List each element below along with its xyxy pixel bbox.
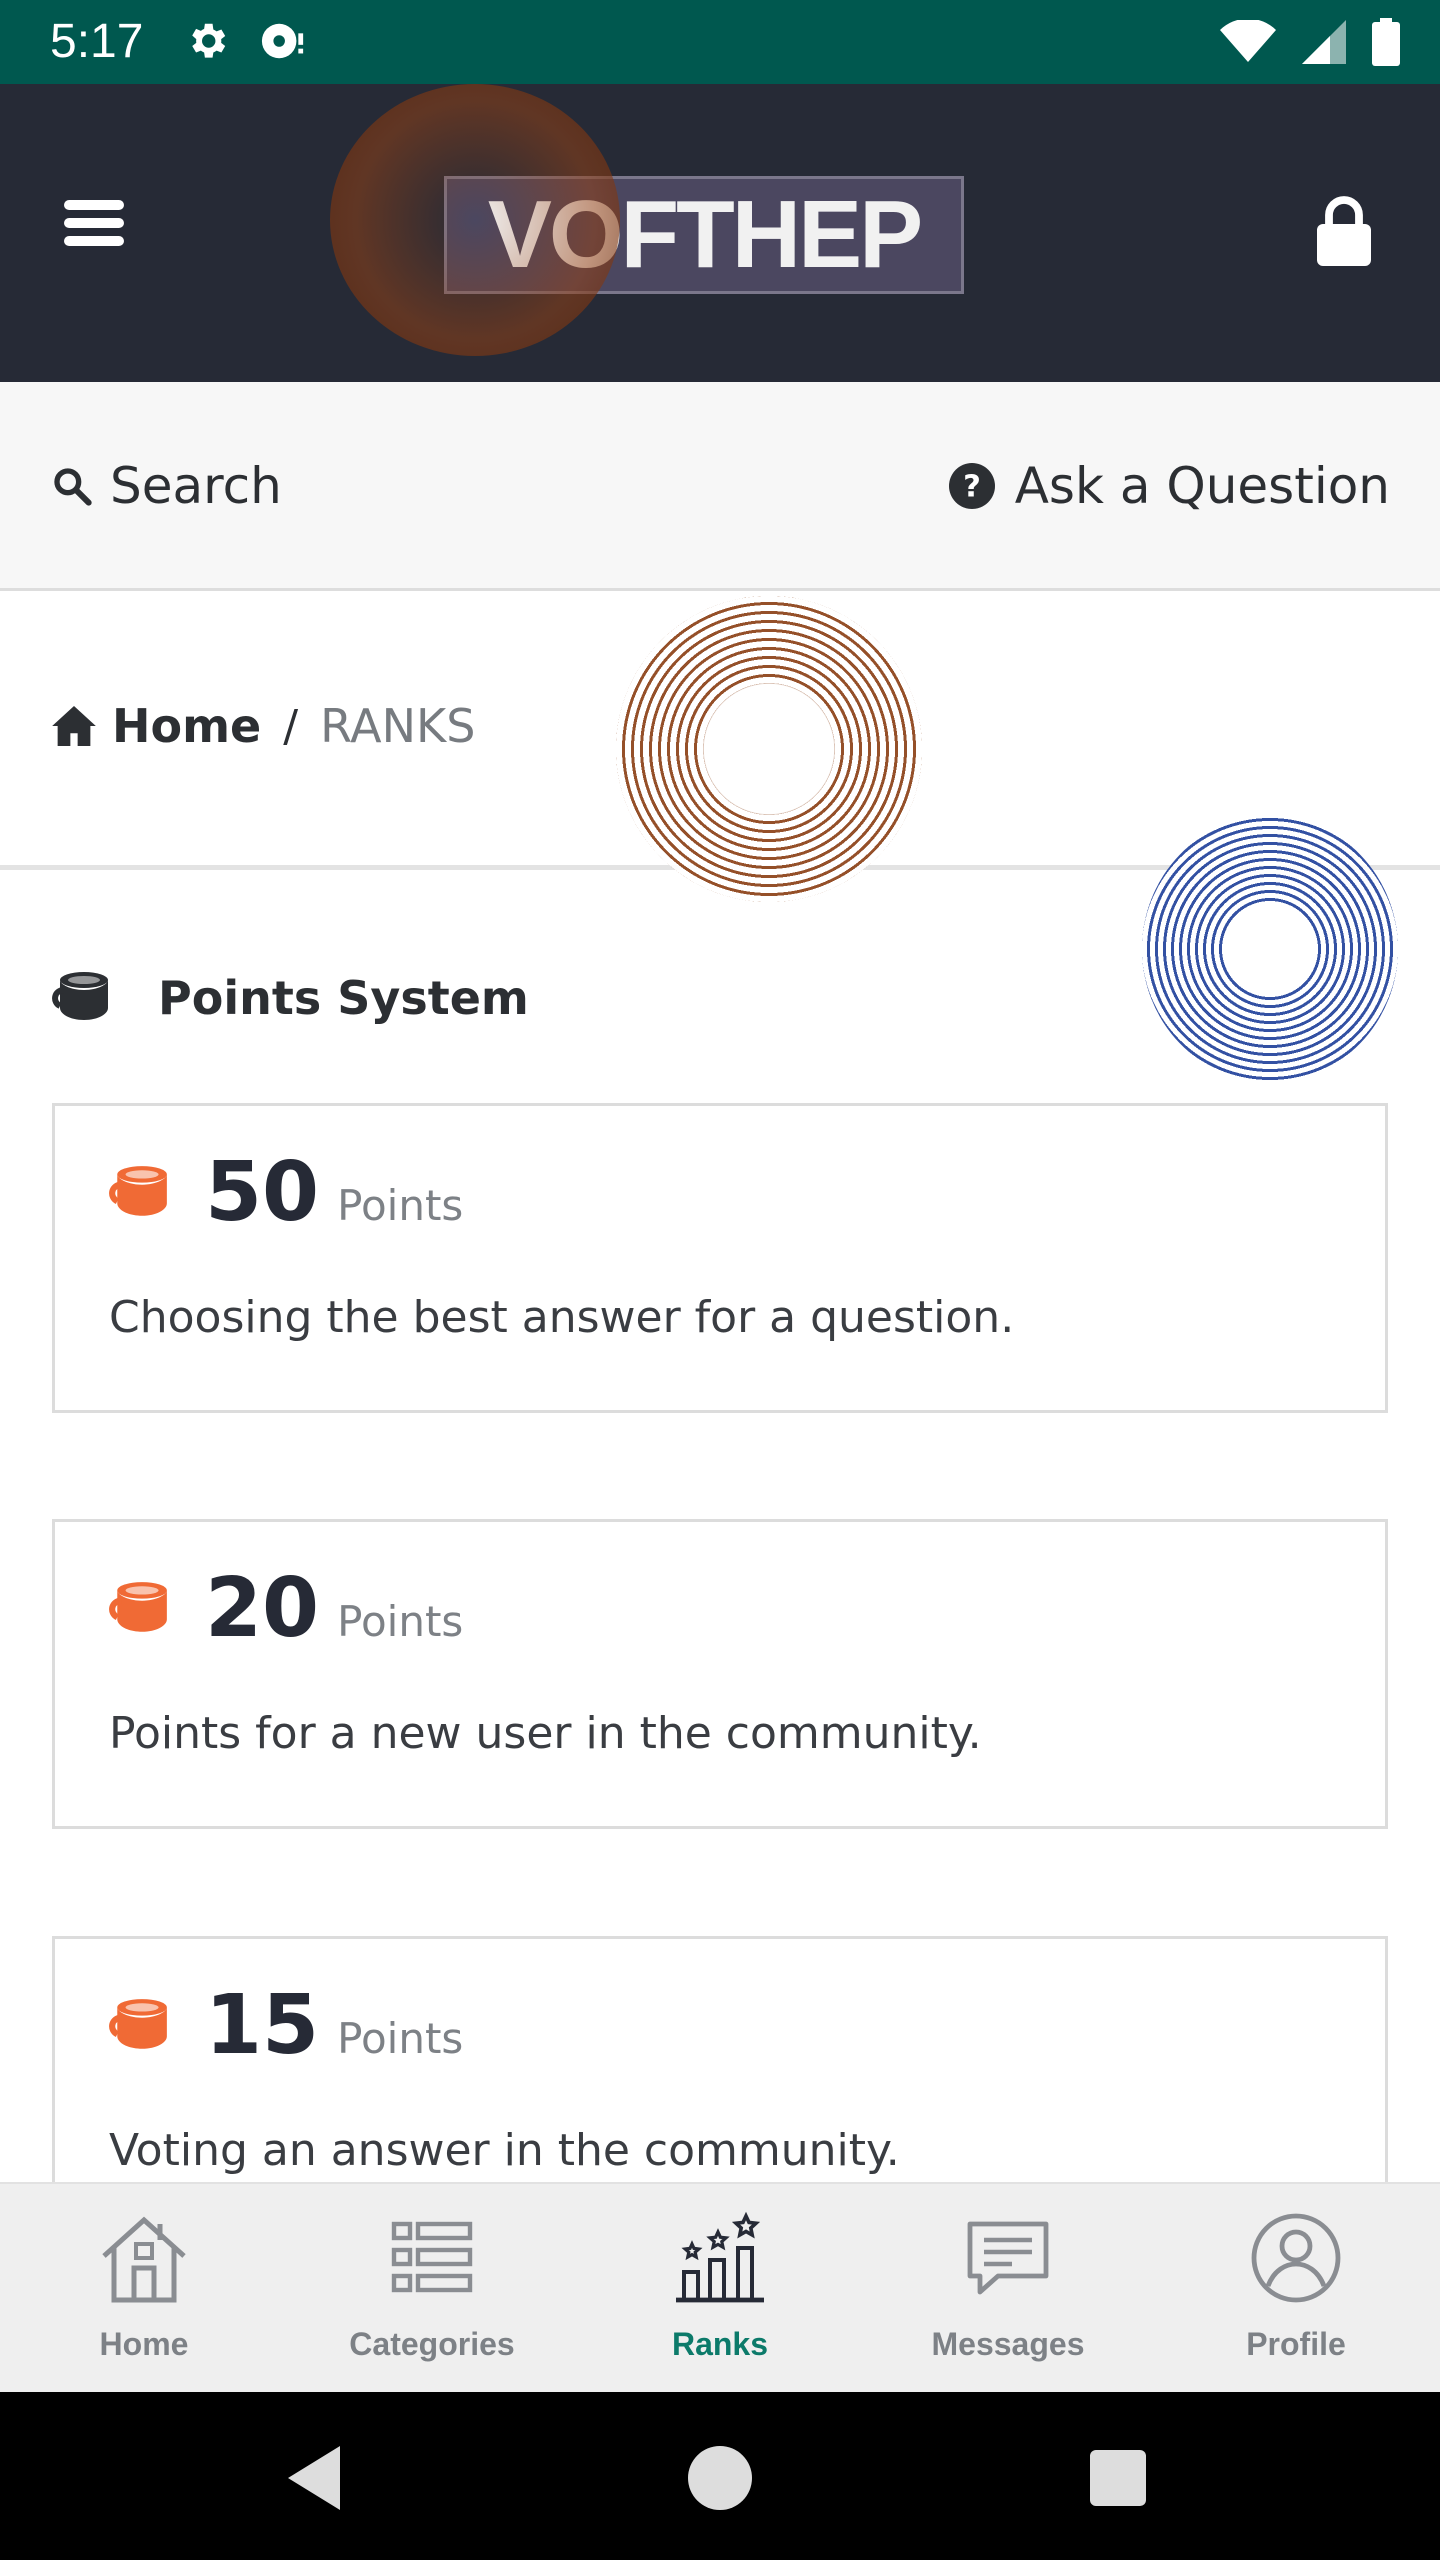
home-icon	[102, 2216, 186, 2303]
nav-profile-label: Profile	[1246, 2326, 1346, 2362]
nav-categories[interactable]: Categories	[312, 2208, 552, 2388]
points-value: 50	[205, 1145, 320, 1240]
home-circle-icon[interactable]	[680, 2438, 760, 2518]
message-icon	[967, 2221, 1049, 2295]
bucket-icon	[109, 1582, 167, 1632]
points-unit: Points	[337, 1597, 464, 1646]
bucket-icon	[109, 1166, 167, 1216]
section-title: Points System	[158, 971, 529, 1025]
nav-ranks[interactable]: Ranks	[600, 2208, 840, 2388]
lock-icon	[1317, 196, 1371, 266]
search-icon	[54, 468, 92, 506]
search-bar: Search ? Ask a Question	[0, 382, 1440, 591]
nav-ranks-label: Ranks	[671, 2326, 769, 2362]
search-label: Search	[110, 457, 282, 515]
points-value: 20	[205, 1561, 320, 1656]
ask-question-label: Ask a Question	[1014, 457, 1390, 515]
section-header: Points System	[52, 970, 529, 1026]
bucket-icon	[109, 1999, 167, 2049]
decorative-sphere-header	[330, 84, 620, 356]
nav-messages-label: Messages	[931, 2326, 1085, 2362]
breadcrumb-inner: Home / RANKS	[52, 699, 475, 753]
nav-home[interactable]: Home	[24, 2208, 264, 2388]
ask-question-link[interactable]: ? Ask a Question	[948, 456, 1390, 516]
svg-text:?: ?	[963, 470, 981, 505]
points-description: Voting an answer in the community.	[109, 2125, 900, 2176]
back-icon[interactable]	[276, 2438, 356, 2518]
menu-icon	[64, 200, 124, 210]
breadcrumb-current: RANKS	[320, 699, 476, 753]
status-time: 5:17	[50, 15, 144, 68]
bottom-nav: Home Categories Ranks Messages Profile	[0, 2182, 1440, 2394]
recents-icon[interactable]	[1078, 2438, 1158, 2518]
nav-messages[interactable]: Messages	[888, 2208, 1128, 2388]
battery-icon	[1372, 18, 1400, 66]
breadcrumb-home[interactable]: Home	[112, 699, 261, 753]
points-system-icon	[52, 972, 108, 1020]
status-icons-left	[184, 18, 308, 66]
list-icon	[391, 2221, 473, 2293]
points-description: Points for a new user in the community.	[109, 1708, 982, 1759]
nav-home-label: Home	[99, 2326, 189, 2362]
status-bar: 5:17	[0, 0, 1440, 84]
decorative-sphere-orange	[616, 596, 922, 902]
points-unit: Points	[337, 2014, 464, 2063]
points-card-head: 15 Points	[109, 1981, 463, 2071]
media-icon	[261, 23, 304, 59]
decorative-sphere-blue	[1142, 816, 1398, 1082]
signal-icon	[1302, 20, 1346, 64]
points-card: 20 Points Points for a new user in the c…	[52, 1519, 1388, 1829]
app-header: VOFTHEP	[0, 84, 1440, 382]
home-small-icon	[52, 706, 96, 746]
points-card-head: 50 Points	[109, 1148, 463, 1238]
system-nav-bar	[0, 2392, 1440, 2560]
breadcrumb-separator: /	[283, 700, 299, 752]
wifi-icon	[1220, 20, 1276, 62]
points-description: Choosing the best answer for a question.	[109, 1292, 1015, 1343]
ranks-icon	[676, 2211, 764, 2303]
points-value: 15	[205, 1978, 320, 2073]
search-link[interactable]: Search	[52, 456, 282, 516]
profile-icon	[1251, 2213, 1341, 2303]
points-unit: Points	[337, 1181, 464, 1230]
gear-icon	[192, 23, 226, 58]
menu-button[interactable]	[64, 200, 124, 250]
nav-profile[interactable]: Profile	[1176, 2208, 1416, 2388]
question-circle-icon: ?	[948, 463, 995, 509]
nav-categories-label: Categories	[349, 2326, 515, 2362]
points-card: 50 Points Choosing the best answer for a…	[52, 1103, 1388, 1413]
lock-button[interactable]	[1314, 194, 1374, 266]
points-card-head: 20 Points	[109, 1564, 463, 1654]
status-icons-right	[1220, 18, 1400, 66]
